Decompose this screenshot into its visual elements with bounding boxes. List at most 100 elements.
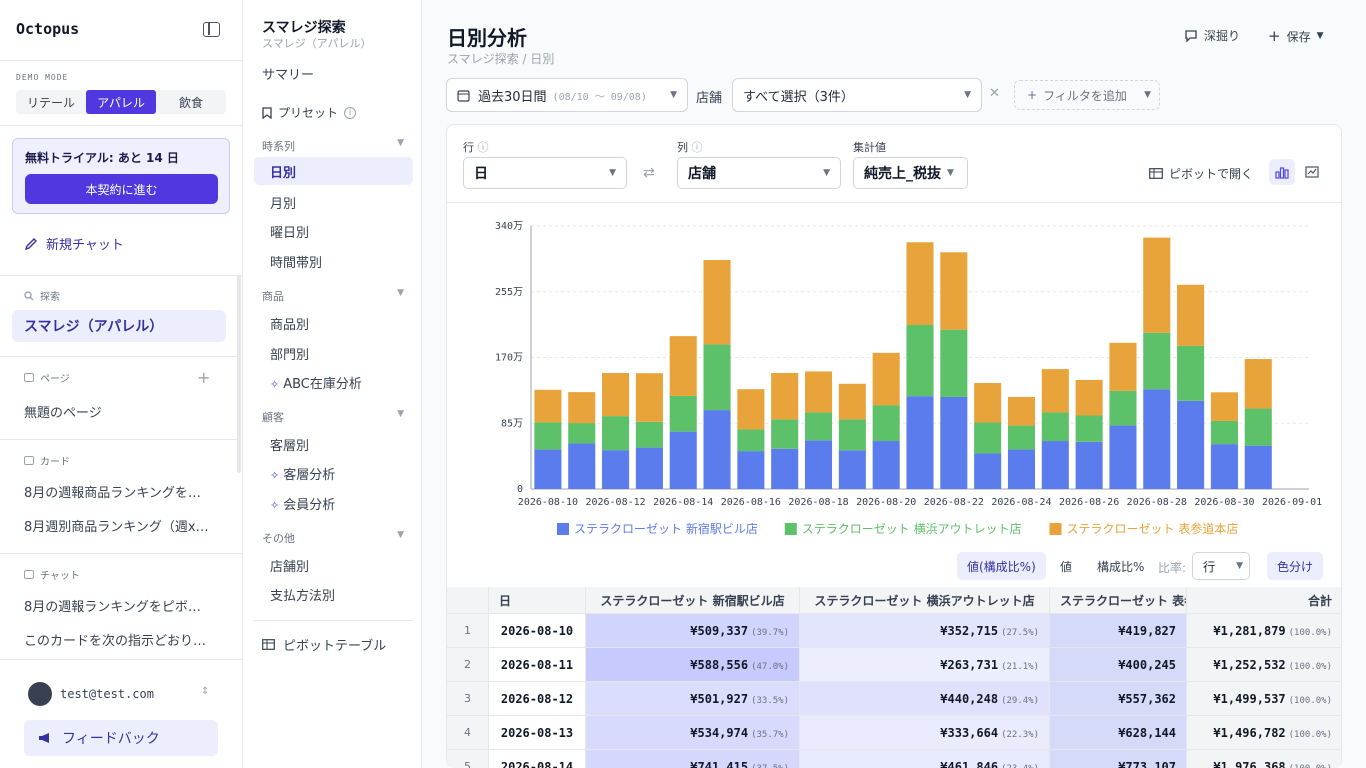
table-row[interactable]: 2 2026-08-11 ¥588,556 (47.0%) ¥263,731 (21.1%…	[447, 648, 1341, 682]
row-index-text: 1	[464, 624, 471, 637]
date-text: 2026-08-14	[500, 759, 574, 768]
nav-item-payment[interactable]: 支払方法別	[270, 585, 335, 604]
card-item[interactable]: 8月週別商品ランキング（週x…	[24, 516, 219, 535]
pct-text: (29.4%)	[1001, 695, 1039, 706]
clear-icon[interactable]: ✕	[989, 86, 1000, 101]
col-select[interactable]: 店舗 ▼	[677, 157, 841, 189]
bar-segment	[1075, 379, 1103, 416]
agg-select[interactable]: 純売上_税抜 ▼	[853, 157, 968, 189]
search-icon	[24, 290, 34, 300]
color-button[interactable]: 色分け	[1267, 552, 1324, 580]
bar-segment	[1109, 342, 1137, 391]
megaphone-icon	[39, 733, 49, 743]
table-row[interactable]: 3 2026-08-12 ¥501,927 (33.5%) ¥440,248 (29.4%…	[447, 682, 1341, 716]
explore-header: 探索	[24, 288, 60, 303]
nav-item-product[interactable]: 商品別	[270, 314, 309, 333]
user-menu[interactable]: test@test.com	[28, 682, 154, 706]
divider	[0, 356, 237, 357]
swap-icon[interactable]: ⇄	[643, 165, 655, 181]
nav-item-abc[interactable]: ✧ ABC在庫分析	[270, 373, 362, 392]
line-chart-icon[interactable]	[1299, 159, 1325, 185]
group-product[interactable]: 商品 ▼	[262, 288, 404, 304]
bar-chart-icon[interactable]	[1269, 159, 1295, 185]
bookmark-icon	[262, 106, 272, 119]
store-select[interactable]: すべて選択（3件） ▼	[732, 78, 982, 112]
value-text: ¥440,248	[940, 691, 999, 706]
date-text: 2026-08-10	[500, 623, 574, 638]
bar-segment	[635, 447, 663, 489]
bar-segment	[703, 260, 731, 345]
nav-item-segment-analysis[interactable]: ✧ 客層分析	[270, 464, 335, 483]
bar-segment	[534, 422, 562, 450]
mode-food-button[interactable]: 飲食	[156, 90, 226, 114]
sidebar-toggle-icon[interactable]	[203, 22, 220, 37]
y-tick-label: 255万	[495, 287, 523, 298]
nav-item-monthly[interactable]: 月別	[270, 193, 296, 212]
bar-segment	[602, 373, 630, 417]
nav-item-store[interactable]: 店舗別	[270, 556, 309, 575]
group-timeseries[interactable]: 時系列 ▼	[262, 138, 404, 154]
add-filter-label: フィルタを追加	[1043, 88, 1127, 103]
card-icon	[24, 456, 34, 465]
chevron-down-icon: ▼	[397, 138, 404, 148]
x-tick-label: 2026-08-26	[1059, 497, 1119, 508]
table-row[interactable]: 52026-08-14¥741,415(37.5%)¥461,846(23.4%…	[447, 750, 1341, 768]
upgrade-button[interactable]: 本契約に進む	[25, 174, 218, 204]
table-row[interactable]: 4 2026-08-13 ¥534,974 (35.7%) ¥333,664 (22.3%…	[447, 716, 1341, 750]
pct-text: (100.0%)	[1288, 661, 1332, 672]
store-value: すべて選択（3件）	[743, 89, 854, 105]
page-item[interactable]: 無題のページ	[24, 402, 219, 421]
table-row[interactable]: 1 2026-08-10 ¥509,337 (39.7%) ¥352,715 (27.5%…	[447, 614, 1341, 648]
pivot-table-link[interactable]: ピボットテーブル	[262, 635, 386, 654]
header-cell: 日	[489, 587, 586, 614]
nav-item-hourly[interactable]: 時間帯別	[270, 252, 322, 271]
nav-item-daily[interactable]: 日別	[254, 157, 413, 185]
nav-item-department[interactable]: 部門別	[270, 344, 309, 363]
row-index: 2	[447, 648, 489, 682]
value-cell: ¥419,827	[1050, 614, 1187, 648]
brand-logo: Octopus	[16, 20, 80, 38]
toggle-value[interactable]: 値	[1050, 552, 1082, 580]
feedback-button[interactable]: フィードバック	[24, 720, 218, 756]
group-other[interactable]: その他 ▼	[262, 530, 404, 546]
bar-segment	[771, 419, 799, 449]
row-select[interactable]: 日 ▼	[463, 157, 627, 189]
bar-segment	[1177, 345, 1205, 401]
date-text: 2026-08-11	[500, 657, 574, 672]
mode-retail-button[interactable]: リテール	[16, 90, 86, 114]
mode-apparel-button[interactable]: アパレル	[86, 90, 156, 114]
chat-item[interactable]: このカードを次の指示どおり…	[24, 630, 219, 649]
add-filter-button[interactable]: + フィルタを追加 ▼	[1014, 80, 1160, 110]
period-picker[interactable]: 過去30日間 (08/10 〜 09/08) ▼	[446, 78, 688, 112]
chevron-down-icon: ▼	[823, 168, 830, 178]
nav-item-label: 客層分析	[283, 468, 336, 483]
card-item[interactable]: 8月の週報商品ランキングを…	[24, 482, 219, 501]
new-chat-button[interactable]: 新規チャット	[24, 234, 124, 253]
header-text: 合計	[1307, 593, 1332, 608]
save-button[interactable]: + 保存 ▼	[1268, 27, 1324, 45]
toggle-pct[interactable]: 構成比%	[1087, 552, 1154, 580]
nav-subtitle: スマレジ（アパレル）	[262, 37, 372, 50]
chat-item[interactable]: 8月の週報ランキングをピボ…	[24, 596, 219, 615]
bar-segment	[1210, 420, 1238, 445]
explore-item-smaregi[interactable]: スマレジ（アパレル）	[12, 310, 226, 342]
nav-item-segment[interactable]: 客層別	[270, 435, 309, 454]
bar-segment	[703, 410, 731, 489]
store-label: 店舗	[696, 91, 723, 106]
drill-label: 深掘り	[1204, 29, 1241, 43]
nav-summary-link[interactable]: サマリー	[262, 64, 314, 83]
feedback-label: フィードバック	[62, 731, 160, 747]
add-page-icon[interactable]: +	[197, 368, 210, 387]
bar-segment	[669, 431, 697, 489]
nav-item-member[interactable]: ✧ 会員分析	[270, 494, 335, 513]
pct-text: (22.3%)	[1001, 729, 1039, 740]
open-pivot-button[interactable]: ピボットで開く	[1149, 165, 1253, 182]
toggle-value-pct[interactable]: 値(構成比%)	[957, 552, 1046, 580]
value-text: ¥461,846	[940, 759, 999, 768]
pivot-label: ピボットテーブル	[283, 639, 387, 654]
ratio-select[interactable]: 行 ▼	[1192, 552, 1250, 580]
group-customer[interactable]: 顧客 ▼	[262, 409, 404, 425]
drill-button[interactable]: 深掘り	[1184, 27, 1240, 44]
nav-item-weekday[interactable]: 曜日別	[270, 222, 309, 241]
sidebar-scrollbar[interactable]	[237, 275, 241, 473]
